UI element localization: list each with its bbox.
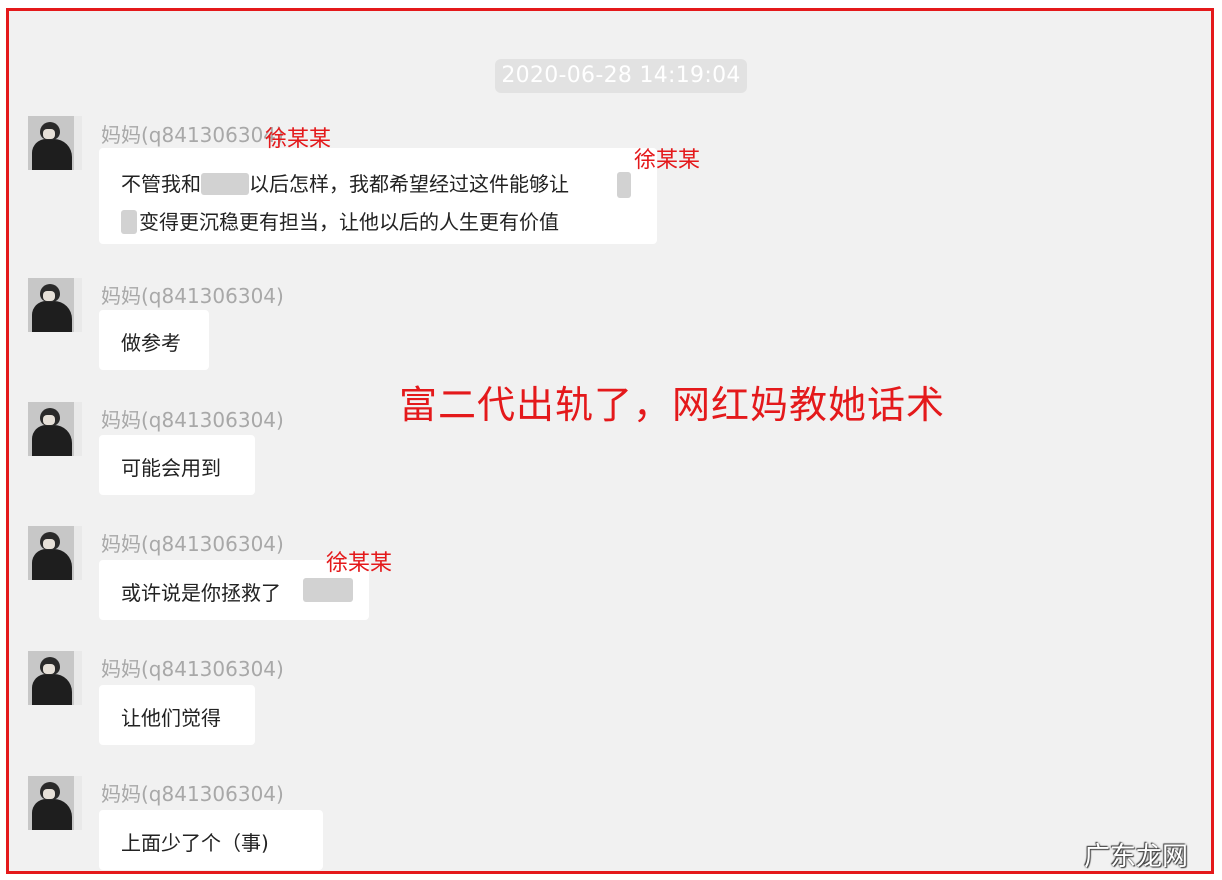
sender-name: 妈妈(q841306304) [101, 123, 284, 147]
avatar[interactable] [28, 278, 82, 332]
sender-name: 妈妈(q841306304) [101, 782, 284, 806]
message-text: 不管我和 以后怎样，我都希望经过这件能够让 [121, 172, 569, 196]
message-text: 做参考 [121, 331, 181, 355]
redacted-name [617, 172, 631, 198]
message-text: 变得更沉稳更有担当，让他以后的人生更有价值 [139, 210, 559, 234]
message-bubble[interactable]: 让他们觉得 [99, 685, 255, 745]
overlay-title: 富二代出轨了，网红妈教她话术 [399, 383, 946, 427]
message-text: 或许说是你拯救了 [121, 581, 281, 605]
message-text: 上面少了个（事) [121, 831, 269, 855]
sender-name: 妈妈(q841306304) [101, 408, 284, 432]
chat-timestamp: 2020-06-28 14:19:04 [495, 59, 747, 93]
avatar[interactable] [28, 402, 82, 456]
message-bubble[interactable]: 不管我和 以后怎样，我都希望经过这件能够让 变得更沉稳更有担当，让他以后的人生更有… [99, 148, 657, 244]
sender-name: 妈妈(q841306304) [101, 657, 284, 681]
name-annotation: 徐某某 [326, 551, 393, 576]
sender-name: 妈妈(q841306304) [101, 284, 284, 308]
message-text: 可能会用到 [121, 456, 221, 480]
name-annotation: 徐某某 [634, 148, 701, 173]
name-annotation: 徐某某 [265, 127, 332, 152]
message-bubble[interactable]: 可能会用到 [99, 435, 255, 495]
watermark: 广东龙网 [1084, 842, 1189, 872]
redacted-name [201, 172, 249, 195]
avatar[interactable] [28, 776, 82, 830]
message-bubble[interactable]: 上面少了个（事) [99, 810, 323, 870]
message-text: 让他们觉得 [121, 706, 221, 730]
screenshot-frame: 2020-06-28 14:19:04 妈妈(q841306304) 不管我和以… [6, 8, 1214, 874]
avatar[interactable] [28, 651, 82, 705]
redacted-name [121, 210, 137, 234]
avatar[interactable] [28, 116, 82, 170]
avatar[interactable] [28, 526, 82, 580]
message-bubble[interactable]: 做参考 [99, 310, 209, 370]
redacted-name [303, 578, 353, 602]
sender-name: 妈妈(q841306304) [101, 532, 284, 556]
